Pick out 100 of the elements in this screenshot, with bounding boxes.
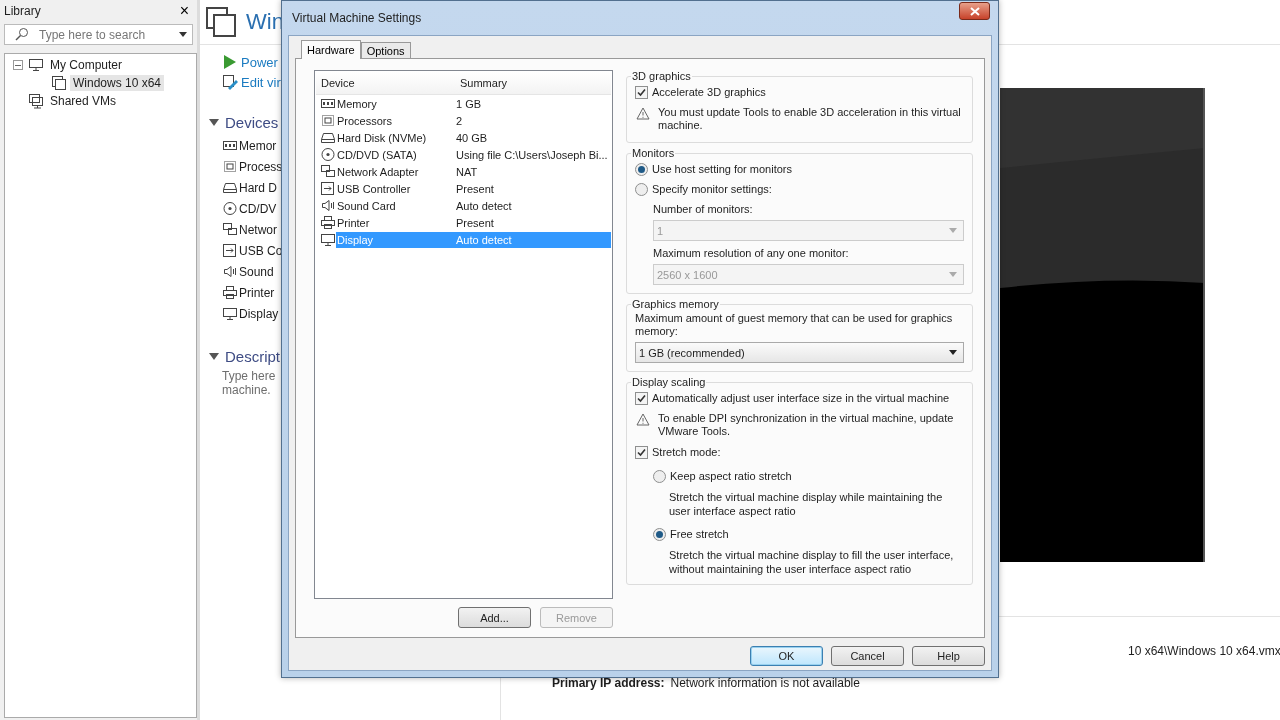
network-icon [320,163,336,180]
help-button[interactable]: Help [912,646,985,666]
checkbox[interactable] [635,445,648,459]
radio-label[interactable]: Free stretch [670,528,729,540]
cd-icon [320,146,336,163]
checkbox-label[interactable]: Stretch mode: [652,446,721,458]
group-title: Monitors [631,147,676,159]
radio-label[interactable]: Use host setting for monitors [652,163,792,175]
column-header[interactable]: Device [316,77,455,89]
warning-icon [636,413,650,426]
overlapping-squares-icon [28,93,44,109]
section-title: Devices [225,114,279,131]
radio-label[interactable]: Specify monitor settings: [652,183,772,195]
device-summary: Present [455,182,495,195]
list-row[interactable]: Sound Card Auto detect [336,197,611,214]
window-title: Virtual Machine Settings [292,11,422,25]
device-name: Hard Disk (NVMe) [337,131,428,144]
checkbox-label[interactable]: Automatically adjust user interface size in the virtual machine [652,392,950,404]
processor-icon [222,158,238,175]
tab[interactable]: Options [360,42,411,58]
device-item[interactable]: CD/DV [239,201,277,216]
close-icon [969,6,980,16]
device-name: Printer [337,216,371,229]
add-button[interactable]: Add... [458,607,531,628]
field-label: Maximum resolution of any one monitor: [653,247,850,259]
ok-button[interactable]: OK [750,646,823,666]
play-icon [222,54,238,70]
device-summary: Auto detect [455,233,513,246]
dropdown-arrow-icon[interactable] [179,32,187,37]
device-summary: 40 GB [455,131,489,144]
list-row[interactable]: CD/DVD (SATA) Using file C:\Users\Joseph Bi... [336,146,611,163]
detail-value: Network information is not available [670,676,860,690]
radio-button[interactable] [635,162,648,176]
sound-icon [222,263,238,280]
checkbox-label[interactable]: Accelerate 3D graphics [652,86,766,98]
close-button[interactable]: × [175,3,193,19]
radio-button[interactable] [635,182,648,196]
action-link[interactable]: Edit vir [241,74,281,90]
tree-item[interactable]: My Computer [47,57,126,73]
device-name: Network Adapter [337,165,420,178]
edit-icon [222,74,238,90]
device-item[interactable]: Hard D [239,180,277,195]
device-item[interactable]: Printer [239,285,275,300]
warning-text: You must update Tools to enable 3D acceleration in this virtual machine. [658,106,962,132]
warning-text: To enable DPI synchronization in the virtual machine, update VMware Tools. [658,412,955,438]
description-text: Type here [222,369,277,383]
radio-button[interactable] [653,469,666,483]
device-item[interactable]: Display [239,306,279,321]
cancel-button[interactable]: Cancel [831,646,904,666]
detail-value: 10 x64\Windows 10 x64.vmx [1128,644,1280,658]
tree-item[interactable]: Windows 10 x64 [70,75,165,91]
device-name: USB Controller [337,182,412,195]
device-name: Memory [337,97,378,110]
overlapping-squares-icon [51,75,67,91]
search-field[interactable]: Type here to search [4,24,193,45]
list-row[interactable]: Memory 1 GB [336,95,611,112]
tab[interactable]: Hardware [301,40,361,59]
dropdown-arrow-icon [949,350,957,355]
radio-label[interactable]: Keep aspect ratio stretch [670,470,792,482]
device-item[interactable]: Memor [239,138,277,153]
device-name: Display [337,233,375,246]
collapse-arrow-icon[interactable] [209,119,219,126]
monitor-icon [28,57,44,73]
overlapping-squares-icon [206,7,236,37]
list-row[interactable]: USB Controller Present [336,180,611,197]
dropdown[interactable]: 1 GB (recommended) [635,342,964,363]
tree-item[interactable]: Shared VMs [47,93,120,109]
device-item[interactable]: Networ [239,222,277,237]
usb-icon [222,242,238,259]
display-icon [320,231,336,248]
description-text: Maximum amount of guest memory that can be used for graphics memory: [635,312,954,338]
column-header[interactable]: Summary [455,77,611,89]
device-summary: Auto detect [455,199,513,212]
device-item[interactable]: Process [239,159,283,174]
device-summary: Present [455,216,495,229]
checkbox[interactable] [635,391,648,405]
device-item[interactable]: Sound [239,264,274,279]
list-row[interactable]: Processors 2 [336,112,611,129]
action-link[interactable]: Power [241,54,278,70]
device-summary: 2 [455,114,464,127]
panel-title: Library [4,4,41,18]
option-description: Stretch the virtual machine display to fill the user interface, without maintaining the user interface aspect ratio [668,548,955,576]
option-description: Stretch the virtual machine display while maintaining the user interface aspect ratio [668,490,944,518]
list-row[interactable]: Printer Present [336,214,611,231]
description-text: machine. [222,383,272,397]
collapse-toggle[interactable] [13,60,23,70]
list-row[interactable]: Hard Disk (NVMe) 40 GB [336,129,611,146]
printer-icon [320,214,336,231]
dropdown-arrow-icon [949,272,957,277]
list-row[interactable]: Network Adapter NAT [336,163,611,180]
device-summary: 1 GB [455,97,483,110]
group-title: Display scaling [631,376,707,388]
checkbox[interactable] [635,85,648,99]
collapse-arrow-icon[interactable] [209,353,219,360]
device-summary: Using file C:\Users\Joseph Bi... [455,148,609,161]
display-icon [222,305,238,322]
search-icon [15,27,29,41]
device-name: Processors [337,114,394,127]
radio-button[interactable] [653,527,666,541]
close-button[interactable] [959,2,990,20]
